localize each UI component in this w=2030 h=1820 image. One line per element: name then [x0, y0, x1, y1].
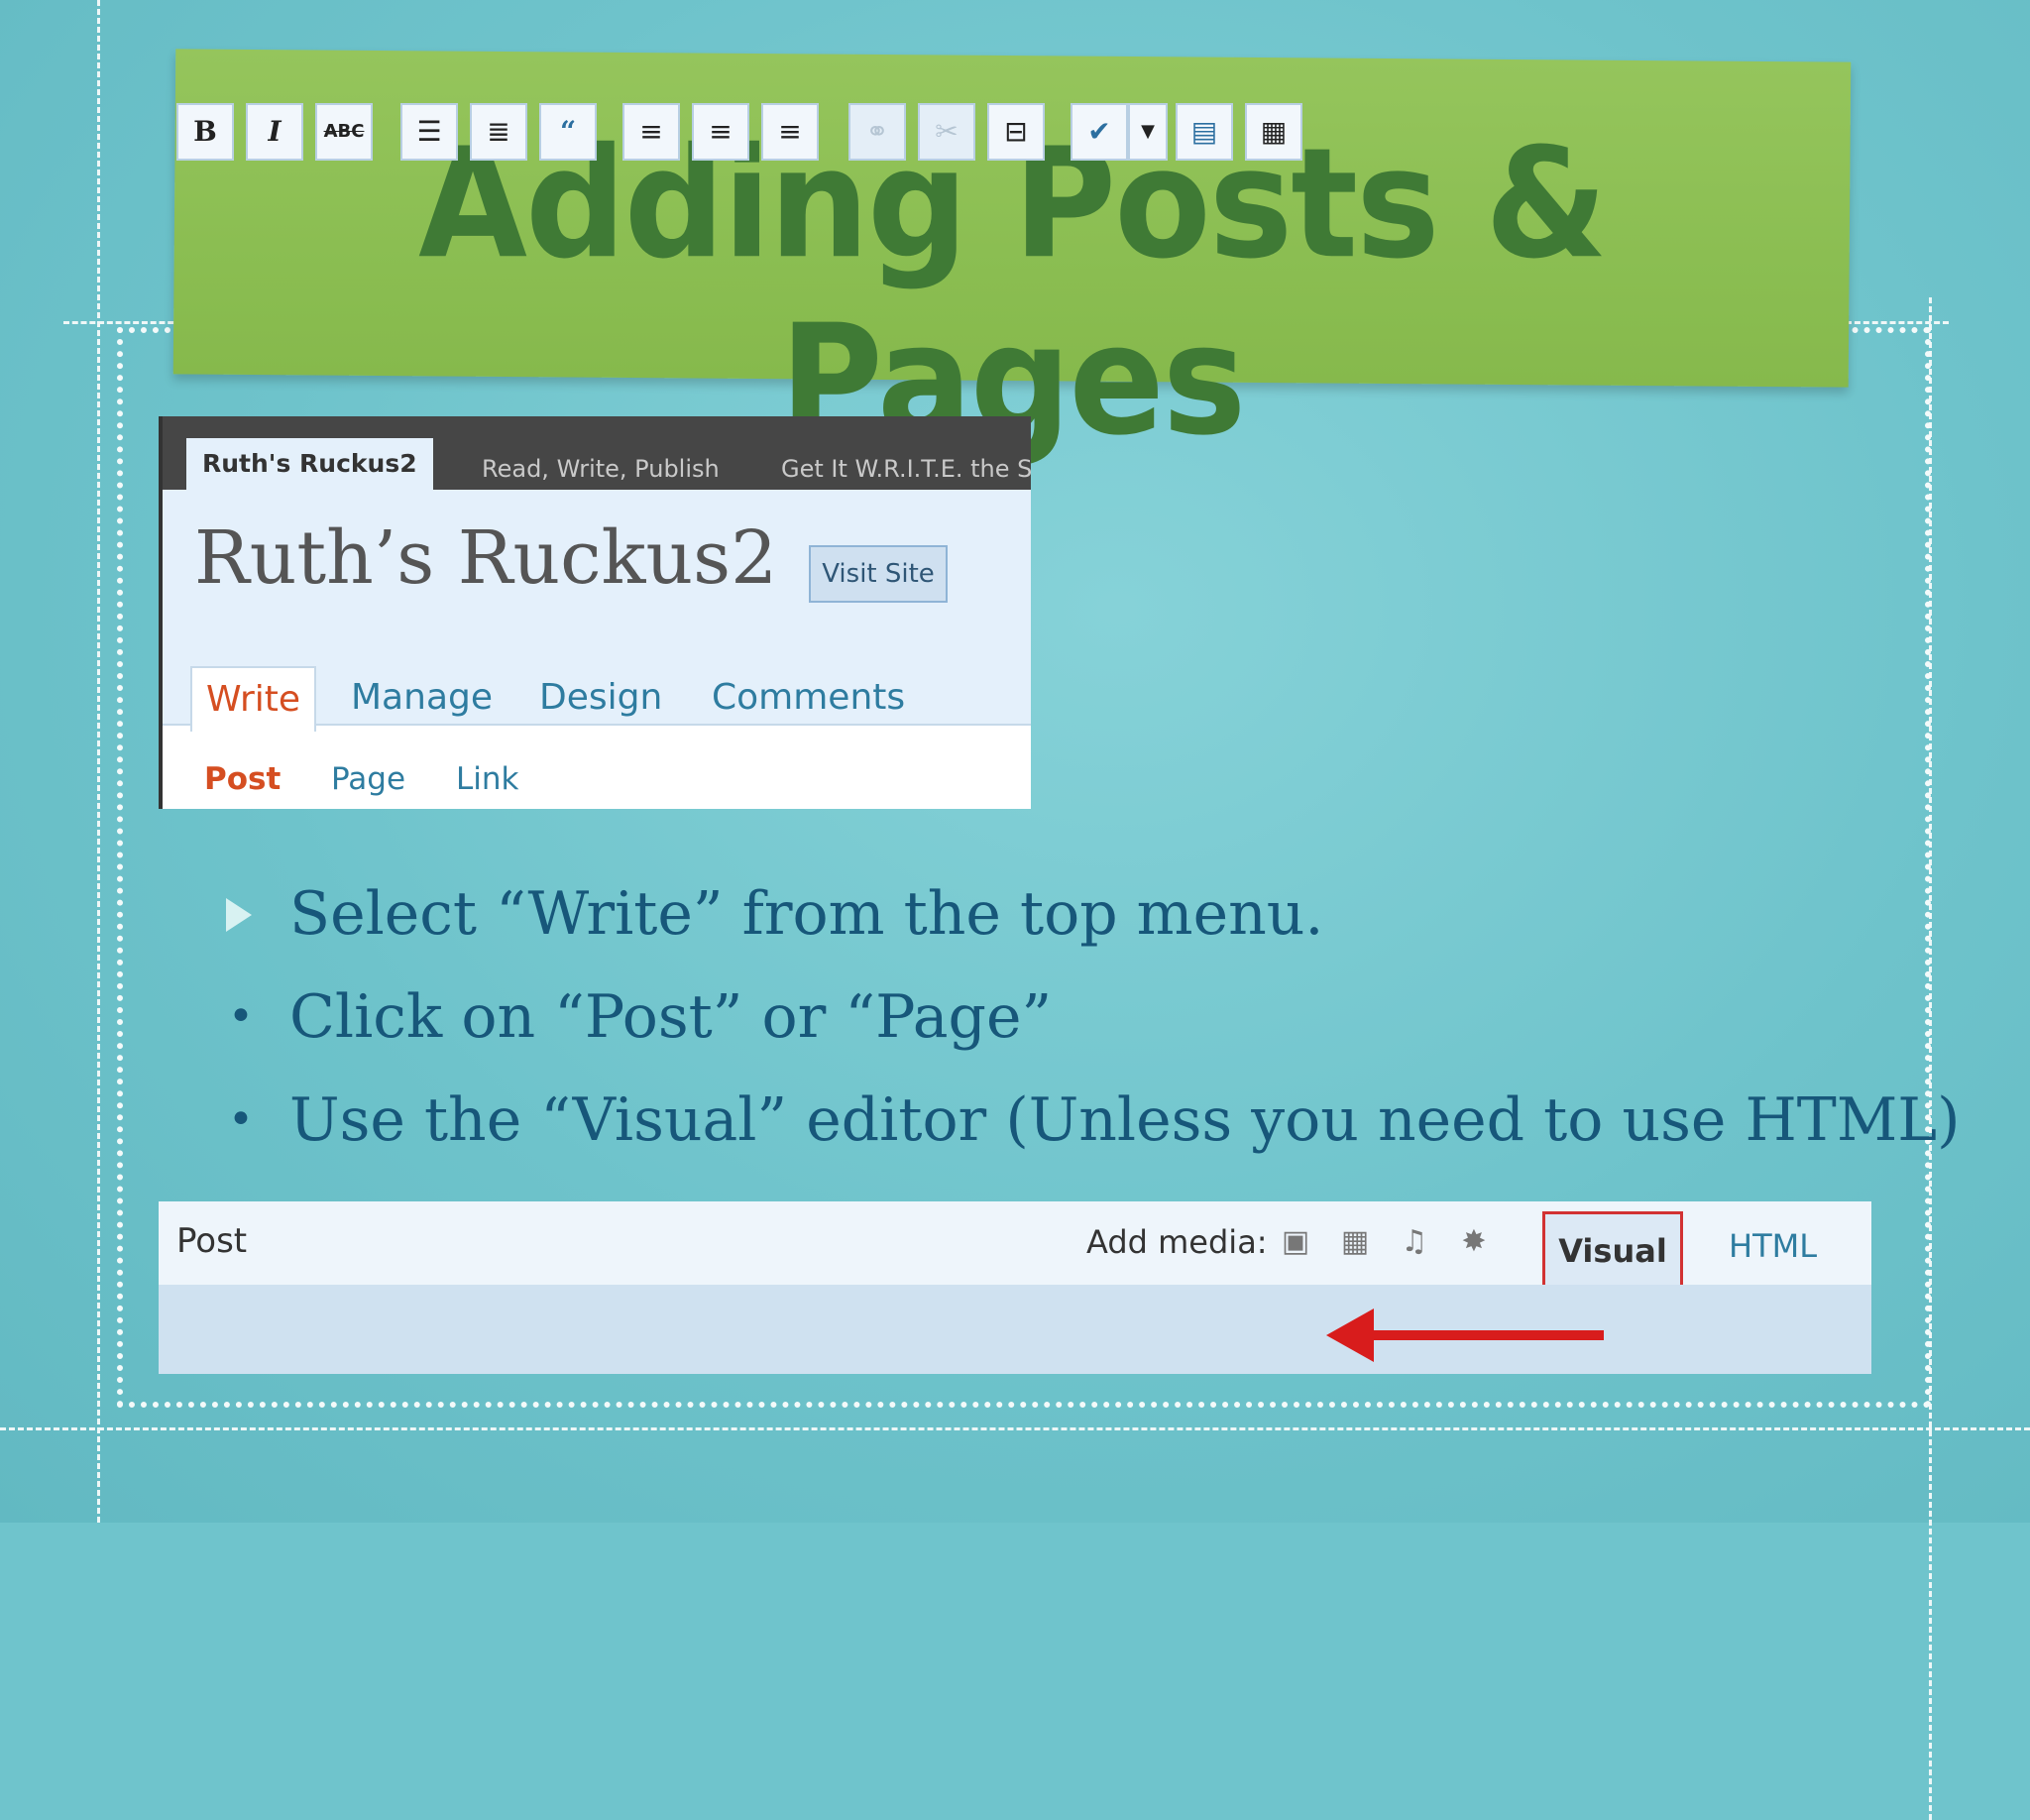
image-icon[interactable]: ▣ — [1279, 1225, 1312, 1259]
unlink-icon[interactable]: ✂ — [918, 103, 975, 161]
admin-header-screenshot: Ruth's Ruckus2 Read, Write, Publish Get … — [159, 416, 1031, 809]
menu-tab-manage[interactable]: Manage — [351, 666, 493, 730]
blog-tab-link[interactable]: Read, Write, Publish — [482, 454, 720, 484]
triangle-bullet-icon — [226, 898, 252, 932]
menu-tab-write[interactable]: Write — [190, 666, 317, 732]
link-icon[interactable]: ⚭ — [848, 103, 906, 161]
bullet-list: Select “Write” from the top menu. • Clic… — [224, 862, 1961, 1172]
align-left-icon[interactable]: ≡ — [622, 103, 680, 161]
red-arrow-head-icon — [1326, 1308, 1374, 1362]
visit-site-button[interactable]: Visit Site — [809, 545, 948, 603]
menu-tab-comments[interactable]: Comments — [712, 666, 905, 730]
add-media-label: Add media: — [1086, 1223, 1268, 1261]
editor-post-label: Post — [176, 1221, 248, 1261]
dashed-guide-top-left — [63, 321, 182, 324]
bullet-text: Click on “Post” or “Page” — [289, 982, 1053, 1052]
html-tab[interactable]: HTML — [1729, 1227, 1817, 1265]
spellcheck-icon[interactable]: ✔ — [1071, 103, 1128, 161]
audio-icon[interactable]: ♫ — [1398, 1225, 1431, 1259]
kitchen-sink-icon[interactable]: ▦ — [1245, 103, 1302, 161]
spellcheck-dropdown-icon[interactable]: ▼ — [1128, 103, 1168, 161]
numbered-list-icon[interactable]: ≣ — [470, 103, 527, 161]
menu-tab-design[interactable]: Design — [539, 666, 662, 730]
blog-tab-link[interactable]: Get It W.R.I.T.E. the S — [781, 454, 1031, 484]
submenu-page[interactable]: Page — [331, 759, 405, 799]
red-arrow-icon — [1368, 1330, 1604, 1340]
align-right-icon[interactable]: ≡ — [761, 103, 819, 161]
editor-screenshot: Post Add media: ▣ ▦ ♫ ✸ Visual HTML — [159, 1201, 1871, 1374]
strikethrough-icon[interactable]: ABC — [315, 103, 373, 161]
dashed-guide-left — [97, 0, 100, 1523]
blockquote-icon[interactable]: “ — [539, 103, 597, 161]
fullscreen-icon[interactable]: ▤ — [1176, 103, 1233, 161]
video-icon[interactable]: ▦ — [1338, 1225, 1372, 1259]
blog-tab-active[interactable]: Ruth's Ruckus2 — [186, 438, 433, 490]
editor-toolbar — [159, 1285, 1871, 1374]
align-center-icon[interactable]: ≡ — [692, 103, 749, 161]
bullet-dot: • — [228, 1094, 254, 1145]
bullet-item: • Use the “Visual” editor (Unless you ne… — [224, 1069, 1961, 1172]
dashed-guide-bottom — [0, 1427, 2030, 1430]
submenu-post[interactable]: Post — [204, 759, 281, 799]
bullet-text: Select “Write” from the top menu. — [289, 879, 1324, 949]
more-tag-icon[interactable]: ⊟ — [987, 103, 1045, 161]
dashed-guide-top-right — [1846, 321, 1949, 324]
visual-tab[interactable]: Visual — [1542, 1211, 1683, 1291]
bullet-dot: • — [228, 991, 254, 1042]
bold-icon[interactable]: B — [176, 103, 234, 161]
bullet-item: • Click on “Post” or “Page” — [224, 966, 1850, 1069]
submenu-bar — [163, 724, 1031, 809]
submenu-link[interactable]: Link — [456, 759, 518, 799]
media-icon[interactable]: ✸ — [1457, 1225, 1491, 1259]
bullet-item: Select “Write” from the top menu. — [224, 862, 1850, 966]
bullet-list-icon[interactable]: ☰ — [400, 103, 458, 161]
bullet-text: Use the “Visual” editor (Unless you need… — [289, 1085, 1961, 1155]
italic-icon[interactable]: I — [246, 103, 303, 161]
site-title: Ruth’s Ruckus2 — [194, 515, 778, 601]
